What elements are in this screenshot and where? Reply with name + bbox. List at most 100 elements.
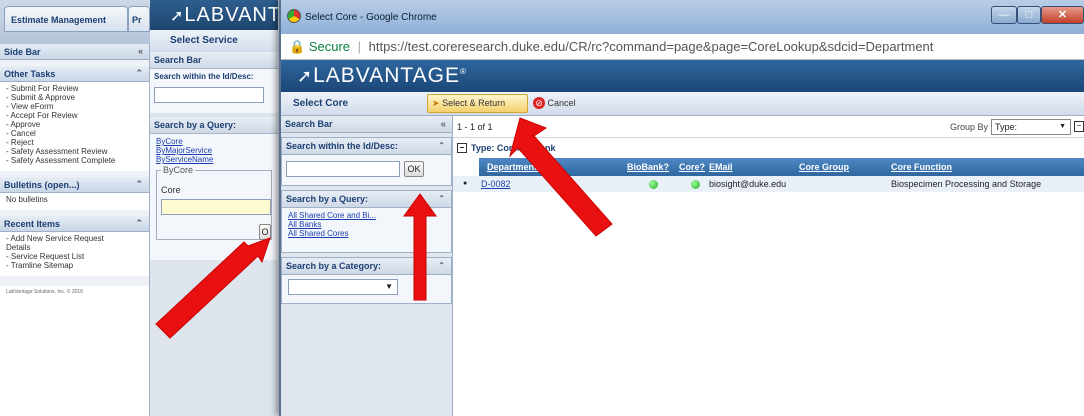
bulletins-header: Bulletins (open...) ⌃ [0,177,149,193]
labvantage-logo: ➚LABVANTAGE® [297,64,467,87]
bg-query-link[interactable]: ByServiceName [156,155,272,164]
sidebar-item-task[interactable]: - Safety Assessment Review [6,147,143,156]
sidebar-item-recent[interactable]: Details [6,243,143,252]
chrome-icon [287,9,301,23]
results-panel: 1 - 1 of 1 Group By Type: ▼ − − Type: Co… [453,116,1084,416]
other-tasks-list: - Submit For Review - Submit & Approve - V… [0,82,149,171]
bg-query-link[interactable]: ByCore [156,137,272,146]
bg-search-input[interactable] [154,87,264,103]
col-biobank[interactable]: BioBank? [627,162,669,172]
query-link[interactable]: All Shared Core and Bi... [288,211,445,220]
col-core-function[interactable]: Core Function [891,162,952,172]
select-return-button[interactable]: ➤ Select & Return [427,94,528,113]
sidebar-item-task[interactable]: - Submit For Review [6,84,143,93]
lock-icon: 🔒 [289,39,306,54]
maximize-button[interactable]: □ [1017,6,1041,24]
group-header-row: − Type: Core/B nk [453,138,1084,158]
cancel-icon: ⊘ [533,97,545,109]
search-bar-collapse-icon[interactable]: « [440,119,446,130]
search-input[interactable] [286,161,400,177]
other-tasks-title: Other Tasks [4,69,56,79]
close-button[interactable]: ✕ [1041,6,1084,24]
bg-query-panel: ByCore ByMajorService ByServiceName ByCore… [150,134,278,260]
other-tasks-header: Other Tasks ⌃ [0,66,149,82]
copyright-text: LabVantage Solutions, Inc. © 2016 [6,289,83,295]
collapse-up-icon[interactable]: ⌃ [438,194,445,203]
collapse-up-icon[interactable]: ⌃ [135,179,143,190]
search-query-header: Search by a Query: ⌃ [282,191,451,208]
sidebar-item-task[interactable]: - Safety Assessment Complete [6,156,143,165]
background-tab-strip: Estimate Management Pr [0,0,150,44]
sidebar-item-task[interactable]: - Approve [6,120,143,129]
row-bullet-icon: ● [463,180,468,187]
col-email[interactable]: EMail [709,162,733,172]
bg-query-link[interactable]: ByMajorService [156,146,272,155]
bg-go-button[interactable]: O [259,224,271,240]
core-input[interactable] [161,199,271,215]
bg-search-bar: Search Bar [150,52,278,69]
table-header: Department I BioBank? Core? EMail Core G… [479,158,1084,176]
col-core[interactable]: Core? [679,162,705,172]
sidebar-collapse-icon[interactable]: « [138,46,143,56]
sidebar-item-recent[interactable]: - Service Request List [6,252,143,261]
window-title: Select Core - Google Chrome [305,12,437,23]
window-title-bar: Select Core - Google Chrome — □ ✕ [281,0,1084,34]
group-by-label: Group By [950,122,989,132]
collapse-up-icon[interactable]: ⌃ [438,261,445,270]
background-logo: ➚LABVANT [150,0,278,30]
cancel-button[interactable]: ⊘ Cancel [533,97,576,109]
collapse-up-icon[interactable]: ⌃ [135,218,143,229]
search-category-header: Search by a Category: ⌃ [282,258,451,275]
row-core-function: Biospecimen Processing and Storage [891,179,1042,189]
sidebar-item-task[interactable]: - View eForm [6,102,143,111]
bg-search-query: Search by a Query: [150,117,278,134]
ok-button[interactable]: OK [404,161,424,177]
bulletins-text: No bulletins [6,195,48,204]
minimize-button[interactable]: — [991,6,1017,24]
core-status-icon [691,180,700,189]
chrome-popup-window: Select Core - Google Chrome — □ ✕ 🔒 Secu… [279,0,1084,416]
paging-text: 1 - 1 of 1 [457,122,493,132]
core-label: Core [161,185,181,195]
query-link[interactable]: All Banks [288,220,445,229]
sidebar-header: Side Bar « [0,44,149,60]
sidebar-item-task[interactable]: - Cancel [6,129,143,138]
bulletins-title: Bulletins (open...) [4,180,80,190]
secure-label: Secure [308,39,351,54]
query-link[interactable]: All Shared Cores [288,229,445,238]
chevron-down-icon: ▼ [385,282,393,291]
collapse-up-icon[interactable]: ⌃ [438,141,445,150]
background-sidebar: Side Bar « Other Tasks ⌃ - Submit For Re… [0,44,150,416]
table-row[interactable]: ● D-0082 biosight@duke.edu Biospecimen P… [453,176,1084,192]
sidebar-item-recent[interactable]: - Tramline Sitemap [6,261,143,270]
address-bar[interactable]: 🔒 Secure | https://test.coreresearch.duk… [281,34,1084,60]
col-core-group[interactable]: Core Group [799,162,849,172]
app-header: ➚LABVANTAGE® [281,60,1084,92]
group-header-tail: nk [545,143,556,153]
page-title: Select Core [293,98,349,109]
sidebar-item-task[interactable]: - Reject [6,138,143,147]
category-select[interactable]: ▼ [288,279,398,295]
collapse-all-icon[interactable]: − [1074,121,1084,132]
app-toolbar: Select Core ➤ Select & Return ⊘ Cancel [281,92,1084,116]
select-return-icon: ➤ [432,98,440,108]
sidebar-item-task[interactable]: - Submit & Approve [6,93,143,102]
col-department[interactable]: Department I [487,162,542,172]
logo-mark-icon: ➚ [297,66,314,86]
row-department-id[interactable]: D-0082 [481,179,511,189]
biobank-status-icon [649,180,658,189]
sidebar-item-recent[interactable]: - Add New Service Request [6,234,143,243]
tab-estimate-management[interactable]: Estimate Management [4,6,128,32]
url-text[interactable]: https://test.coreresearch.duke.edu/CR/rc… [369,39,934,54]
collapse-up-icon[interactable]: ⌃ [135,68,143,79]
recent-items-list: - Add New Service Request Details - Servi… [0,232,149,276]
group-by-select[interactable]: Type: ▼ [991,119,1071,135]
background-middle-panel: Select Service Search Bar Search within … [150,30,278,416]
sidebar-item-task[interactable]: - Accept For Review [6,111,143,120]
group-header-text: Type: Core/B [471,143,527,153]
recent-items-header: Recent Items ⌃ [0,216,149,232]
tab-partial[interactable]: Pr [128,6,150,32]
group-collapse-icon[interactable]: − [457,143,467,153]
select-service-title: Select Service [150,30,278,52]
chevron-down-icon: ▼ [1059,123,1066,130]
